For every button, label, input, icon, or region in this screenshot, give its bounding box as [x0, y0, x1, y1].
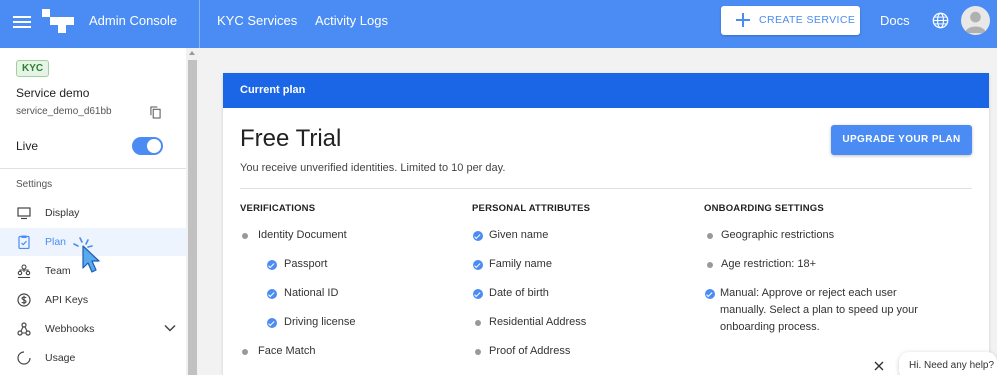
usage-icon	[17, 351, 31, 365]
kyc-badge: KYC	[16, 60, 50, 77]
nav-kyc-services[interactable]: KYC Services	[217, 13, 297, 28]
close-icon[interactable]	[871, 358, 887, 374]
bullet-dot-icon	[707, 233, 713, 239]
current-plan-card: Current plan Free Trial You receive unve…	[223, 73, 989, 375]
card-header-title: Current plan	[240, 84, 306, 96]
toggle-knob	[147, 139, 161, 153]
docs-link[interactable]: Docs	[880, 13, 910, 28]
feature-item: Identity Document	[258, 229, 347, 241]
sidebar-item-label: Webhooks	[45, 323, 95, 335]
service-name: Service demo	[16, 86, 90, 100]
dollar-circle-icon	[17, 293, 31, 307]
help-text: Hi. Need any help?	[909, 360, 995, 371]
app-title: Admin Console	[89, 13, 178, 28]
plan-description: You receive unverified identities. Limit…	[240, 162, 506, 174]
bullet-dot-icon	[242, 349, 248, 355]
live-toggle[interactable]	[132, 137, 163, 155]
personal-attributes-heading: PERSONAL ATTRIBUTES	[472, 203, 591, 214]
nav-activity-logs[interactable]: Activity Logs	[315, 13, 388, 28]
check-icon	[267, 318, 277, 328]
card-header: Current plan	[223, 73, 989, 108]
sidebar: KYC Service demo service_demo_d61bb Live…	[0, 48, 199, 375]
clipboard-icon	[18, 235, 30, 249]
bullet-dot-icon	[707, 262, 713, 268]
check-icon	[473, 289, 483, 299]
live-label: Live	[16, 139, 39, 153]
plan-title: Free Trial	[240, 125, 342, 152]
feature-item: Date of birth	[489, 287, 549, 299]
sidebar-item-label: Usage	[45, 352, 76, 364]
globe-icon[interactable]	[932, 12, 949, 29]
check-icon	[473, 260, 483, 270]
feature-item: Geographic restrictions	[721, 229, 835, 241]
onboarding-settings-heading: ONBOARDING SETTINGS	[704, 203, 824, 214]
bullet-dot-icon	[475, 349, 481, 355]
help-chat-bubble[interactable]: Hi. Need any help?	[899, 352, 997, 375]
feature-item: Proof of Address	[489, 345, 571, 357]
feature-item: National ID	[284, 287, 339, 299]
sidebar-item-label: Display	[45, 207, 80, 219]
check-icon	[705, 289, 715, 299]
webhooks-icon	[17, 322, 31, 336]
check-icon	[267, 260, 277, 270]
feature-item: Given name	[489, 229, 549, 241]
card-divider	[240, 188, 972, 189]
service-id: service_demo_d61bb	[16, 106, 112, 117]
mouse-cursor-icon	[73, 237, 100, 273]
chevron-down-icon[interactable]	[164, 324, 176, 332]
monitor-icon	[17, 207, 31, 220]
feature-item: Manual: Approve or reject each user manu…	[720, 287, 918, 333]
scroll-up-arrow-icon[interactable]	[189, 51, 195, 55]
check-icon	[267, 289, 277, 299]
topbar-divider	[199, 0, 200, 48]
bullet-dot-icon	[242, 233, 248, 239]
scrollbar-thumb[interactable]	[188, 60, 197, 375]
sidebar-divider	[0, 168, 186, 169]
team-icon	[17, 264, 31, 278]
feature-item: Passport	[284, 258, 328, 270]
top-app-bar: Admin Console KYC Services Activity Logs…	[0, 0, 997, 48]
feature-item: Age restriction: 18+	[721, 258, 817, 270]
plus-icon	[736, 13, 750, 27]
create-service-label: CREATE SERVICE	[759, 14, 856, 26]
sidebar-item-label: Plan	[45, 236, 67, 248]
bullet-dot-icon	[475, 320, 481, 326]
sidebar-item-webhooks[interactable]: Webhooks	[0, 315, 186, 343]
avatar-icon[interactable]	[961, 6, 990, 35]
feature-item: Residential Address	[489, 316, 587, 328]
logo-icon	[42, 9, 74, 33]
sidebar-item-label: Team	[45, 265, 71, 277]
upgrade-plan-button[interactable]: UPGRADE YOUR PLAN	[831, 125, 972, 155]
verifications-heading: VERIFICATIONS	[240, 203, 316, 214]
sidebar-item-api-keys[interactable]: API Keys	[0, 286, 186, 314]
sidebar-item-usage[interactable]: Usage	[0, 344, 186, 372]
sidebar-item-display[interactable]: Display	[0, 199, 186, 227]
settings-heading: Settings	[16, 179, 53, 190]
sidebar-item-label: API Keys	[45, 294, 89, 306]
feature-item: Family name	[489, 258, 552, 270]
menu-icon[interactable]	[13, 13, 31, 29]
upgrade-plan-label: UPGRADE YOUR PLAN	[842, 134, 961, 145]
feature-item: Face Match	[258, 345, 316, 357]
feature-item: Driving license	[284, 316, 356, 328]
check-icon	[473, 231, 483, 241]
create-service-button[interactable]: CREATE SERVICE	[721, 6, 860, 35]
copy-icon[interactable]	[150, 106, 161, 119]
